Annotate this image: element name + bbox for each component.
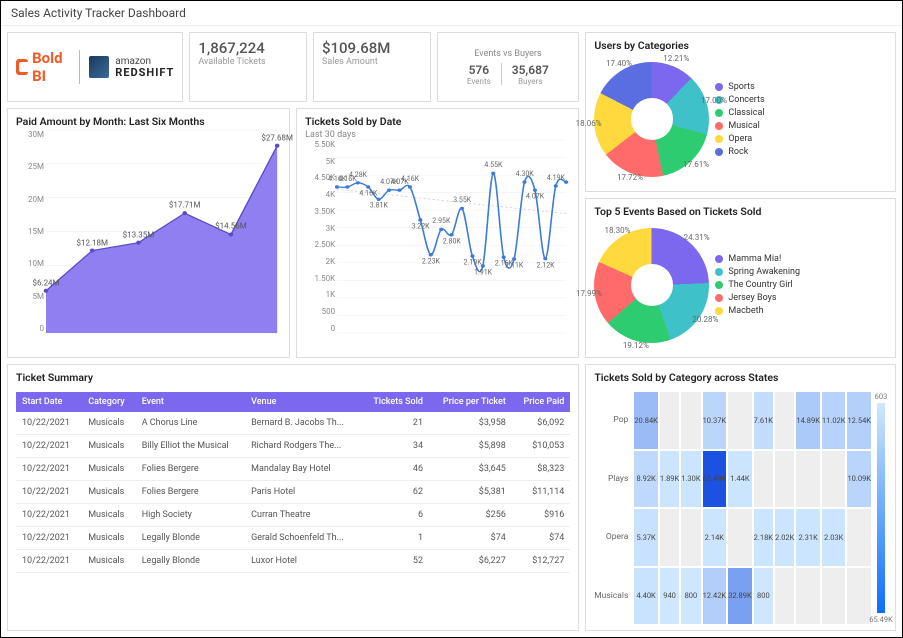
legend-item[interactable]: Spring Awakening	[715, 267, 887, 277]
heatmap-cell[interactable]	[660, 392, 679, 449]
top5-pie[interactable]: 24.31%20.28%19.12%17.99%18.30%	[594, 228, 709, 343]
legend-item[interactable]: Sports	[715, 82, 887, 92]
redshift-icon	[89, 56, 109, 78]
heatmap-cell[interactable]	[796, 568, 820, 625]
heatmap-cell[interactable]: 800	[681, 568, 700, 625]
heatmap-row-label: Musicals	[594, 568, 632, 625]
heatmap-cell[interactable]: 10.09K	[847, 451, 871, 508]
heatmap-cell[interactable]: 65.49K	[703, 451, 727, 508]
legend-item[interactable]: Musical	[715, 121, 887, 131]
heatmap-cell[interactable]: 7.61K	[754, 392, 773, 449]
heatmap-cell[interactable]: 800	[754, 568, 773, 625]
heatmap-cell[interactable]: 2.31K	[796, 509, 820, 566]
heatmap-cell[interactable]	[775, 392, 794, 449]
table-row[interactable]: 10/22/2021MusicalsA Chorus LineBernard B…	[16, 412, 570, 435]
table-header[interactable]: Tickets Sold	[361, 392, 429, 412]
heatmap-cell[interactable]	[681, 392, 700, 449]
page-title: Sales Activity Tracker Dashboard	[1, 1, 902, 26]
table-row[interactable]: 10/22/2021MusicalsHigh SocietyCurran The…	[16, 504, 570, 527]
heatmap-cell[interactable]	[822, 451, 846, 508]
legend-item[interactable]: Concerts	[715, 95, 887, 105]
table-row[interactable]: 10/22/2021MusicalsBilly Elliot the Music…	[16, 435, 570, 458]
legend-item[interactable]: Macbeth	[715, 306, 887, 316]
heatmap-cell[interactable]	[754, 451, 773, 508]
heatmap-cell[interactable]: 20.84K	[634, 392, 658, 449]
heatmap-scale: 603 65.49K	[875, 392, 887, 624]
heatmap-cell[interactable]: 940	[660, 568, 679, 625]
logo-card: Bold BI amazonREDSHIFT	[7, 32, 183, 102]
heatmap-cell[interactable]: 2.02K	[775, 509, 794, 566]
heatmap-cell[interactable]: 2.18K	[754, 509, 773, 566]
heatmap-cell[interactable]	[728, 392, 752, 449]
heatmap[interactable]: Pop20.84K 10.37K 7.61K 14.89K11.02K12.54K Pl…	[594, 392, 871, 624]
users-pie[interactable]: 12.21%17.00%17.61%17.72%18.06%17.40%	[594, 62, 709, 177]
heatmap-cell[interactable]: 32.89K	[728, 568, 752, 625]
heatmap-cell[interactable]: 4.40K	[634, 568, 658, 625]
table-row[interactable]: 10/22/2021MusicalsFolies BergereMandalay…	[16, 458, 570, 481]
dashboard: Sales Activity Tracker Dashboard Bold BI…	[0, 0, 903, 638]
heatmap-cell[interactable]: 2.03K	[822, 509, 846, 566]
heatmap-cell[interactable]	[775, 568, 794, 625]
boldbi-logo: Bold BI	[16, 49, 69, 85]
legend-item[interactable]: Classical	[715, 108, 887, 118]
heatmap-cell[interactable]: 1.44K	[728, 451, 752, 508]
area-chart[interactable]: 30M25M20M15M10M5M0 $6.24M$12.18M$13.35M$…	[16, 130, 281, 348]
kpi-events-buyers: Events vs Buyers 576Events 35,687Buyers	[437, 32, 580, 102]
heatmap-cell[interactable]: 10.37K	[703, 392, 727, 449]
heatmap-cell[interactable]: 12.54K	[847, 392, 871, 449]
heatmap-row-label: Pop	[594, 392, 632, 449]
top5-pie-card: Top 5 Events Based on Tickets Sold 24.31…	[585, 198, 896, 358]
kpi-sales: $109.68M Sales Amount	[313, 32, 431, 102]
table-header[interactable]: Category	[82, 392, 136, 412]
table-header[interactable]: Start Date	[16, 392, 82, 412]
legend-item[interactable]: Rock	[715, 147, 887, 157]
heatmap-cell[interactable]	[681, 509, 700, 566]
heatmap-cell[interactable]	[822, 568, 846, 625]
boldbi-icon	[16, 59, 28, 75]
table-row[interactable]: 10/22/2021MusicalsLegally BlondeGerald S…	[16, 527, 570, 550]
table-header[interactable]: Price per Ticket	[429, 392, 512, 412]
heatmap-cell[interactable]: 5.37K	[634, 509, 658, 566]
heatmap-cell[interactable]: 2.14K	[703, 509, 727, 566]
table-header[interactable]: Venue	[245, 392, 361, 412]
heatmap-cell[interactable]: 1.89K	[660, 451, 679, 508]
heatmap-cell[interactable]: 14.89K	[796, 392, 820, 449]
kpi-tickets: 1,867,224 Available Tickets	[189, 32, 307, 102]
heatmap-cell[interactable]	[847, 568, 871, 625]
redshift-logo: amazonREDSHIFT	[89, 56, 174, 78]
heatmap-cell[interactable]	[728, 509, 752, 566]
table-header[interactable]: Price Paid	[512, 392, 570, 412]
kpi-row: Bold BI amazonREDSHIFT 1,867,224 Availab…	[7, 32, 579, 102]
legend-item[interactable]: Jersey Boys	[715, 293, 887, 303]
table-row[interactable]: 10/22/2021MusicalsLegally BlondeLuxor Ho…	[16, 550, 570, 573]
area-chart-card: Paid Amount by Month: Last Six Months 30…	[7, 108, 290, 358]
legend-item[interactable]: The Country Girl	[715, 280, 887, 290]
spline-chart[interactable]: 5.50K5K4.50K4K3.50K3K2.50K2K1.50K1K5000 …	[305, 140, 570, 348]
heatmap-cell[interactable]	[775, 451, 794, 508]
heatmap-row-label: Opera	[594, 509, 632, 566]
heatmap-cell[interactable]: 12.42K	[703, 568, 727, 625]
ticket-summary-card: Ticket Summary Start DateCategoryEventVe…	[7, 364, 579, 631]
legend-item[interactable]: Mamma Mia!	[715, 254, 887, 264]
heatmap-card: Tickets Sold by Category across States P…	[585, 364, 896, 631]
users-pie-legend: Sports Concerts Classical Musical Opera Rock	[715, 79, 887, 160]
table-header[interactable]: Event	[136, 392, 245, 412]
users-pie-card: Users by Categories 12.21%17.00%17.61%17…	[585, 32, 896, 192]
heatmap-cell[interactable]: 1.30K	[681, 451, 700, 508]
heatmap-cell[interactable]	[660, 509, 679, 566]
heatmap-cell[interactable]	[796, 451, 820, 508]
heatmap-row-label: Plays	[594, 451, 632, 508]
legend-item[interactable]: Opera	[715, 134, 887, 144]
top5-pie-legend: Mamma Mia! Spring Awakening The Country Gi…	[715, 251, 887, 319]
spline-chart-card: Tickets Sold by Date Last 30 days 5.50K5…	[296, 108, 579, 358]
heatmap-cell[interactable]	[847, 509, 871, 566]
heatmap-cell[interactable]: 11.02K	[822, 392, 846, 449]
table-row[interactable]: 10/22/2021MusicalsFolies BergereParis Ho…	[16, 481, 570, 504]
heatmap-cell[interactable]: 8.92K	[634, 451, 658, 508]
ticket-summary-table[interactable]: Start DateCategoryEventVenueTickets Sold…	[16, 392, 570, 573]
